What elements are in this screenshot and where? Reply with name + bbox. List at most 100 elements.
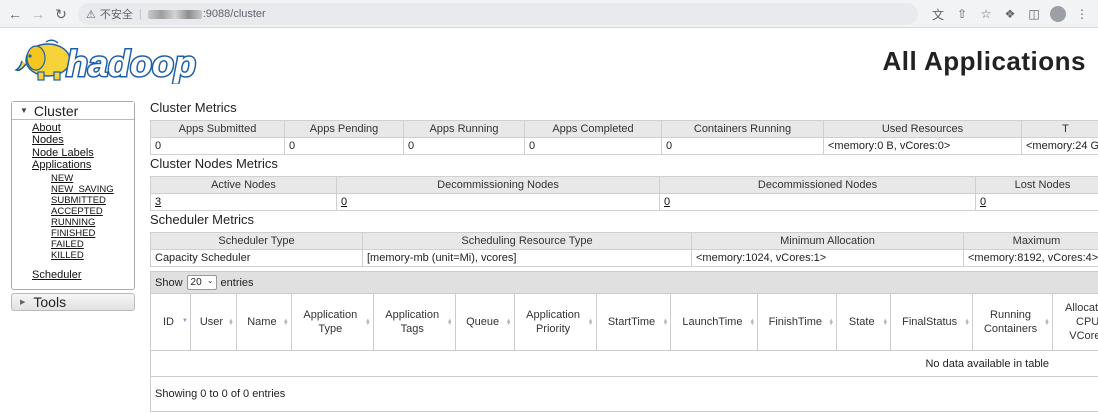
metrics-header: Decommissioned Nodes [659,176,976,194]
sidebar-state-new[interactable]: NEW [51,173,134,184]
sidebar-state-new-saving[interactable]: NEW_SAVING [51,184,134,195]
metrics-value: 0 [403,137,525,155]
metrics-header: Active Nodes [150,176,337,194]
page-length-value: 20 [190,277,202,288]
sidebar-cluster-header[interactable]: ▼ Cluster [12,102,134,120]
column-header-allocated-cpu[interactable]: Allocated CPU VCores [1053,294,1098,350]
metrics-header: T [1021,120,1098,138]
bookmark-star-icon[interactable]: ☆ [976,4,996,24]
metrics-header-row: Active Nodes Decommissioning Nodes Decom… [150,176,1098,194]
sidebar-state-killed[interactable]: KILLED [51,250,134,261]
column-header-queue[interactable]: Queue ▲ ▼ [455,294,515,350]
column-header-start-time[interactable]: StartTime ▲ ▼ [596,294,672,350]
column-label: LaunchTime [682,316,743,328]
address-separator: | [138,8,142,20]
sidebar-cluster-panel: ▼ Cluster About Nodes Node Labels Applic… [11,101,135,290]
sidebar-state-failed[interactable]: FAILED [51,239,134,250]
column-label: ID [162,316,174,328]
lost-nodes-link[interactable]: 0 [980,196,986,208]
entries-label: entries [220,276,254,289]
scheduler-metrics-table: Scheduler Type Scheduling Resource Type … [150,232,1098,267]
empty-table-row: No data available in table [151,351,1098,377]
metrics-value: 0 [150,137,285,155]
table-info: Showing 0 to 0 of 0 entries [155,388,286,400]
metrics-header: Apps Running [403,120,525,138]
column-header-user[interactable]: User ▲ ▼ [190,294,237,350]
metrics-value: 0 [284,137,404,155]
sort-icon: ▲ ▼ [1044,318,1050,327]
metrics-header: Containers Running [661,120,824,138]
decommissioned-nodes-link[interactable]: 0 [664,196,670,208]
column-header-state[interactable]: State ▲ ▼ [837,294,892,350]
metrics-value-row: 3 0 0 0 [150,193,1098,211]
sidebar-state-accepted[interactable]: ACCEPTED [51,206,134,217]
column-label: Application Tags [385,309,440,335]
sidebar-link-scheduler[interactable]: Scheduler [32,269,134,281]
collapsed-triangle-icon: ▶ [20,299,26,306]
metrics-header: Apps Submitted [150,120,285,138]
expanded-triangle-icon: ▼ [20,106,28,115]
cluster-metrics-title: Cluster Metrics [150,100,237,115]
sidebar-link-about[interactable]: About [32,122,134,134]
decommissioning-nodes-link[interactable]: 0 [341,196,347,208]
url-text: :9088/cluster [202,8,266,20]
column-header-application-tags[interactable]: Application Tags ▲ ▼ [373,294,456,350]
column-header-running-containers[interactable]: Running Containers ▲ ▼ [973,294,1053,350]
column-header-finish-time[interactable]: FinishTime ▲ ▼ [758,294,838,350]
column-header-name[interactable]: Name ▲ ▼ [236,294,292,350]
nodes-metrics-title: Cluster Nodes Metrics [150,156,278,171]
sidebar-app-states: NEW NEW_SAVING SUBMITTED ACCEPTED RUNNIN… [32,173,134,262]
column-label: Application Type [303,309,358,335]
sort-icon: ▲ ▼ [227,318,234,327]
hadoop-logo-graphic: hadoop hadoop [14,39,197,86]
profile-avatar[interactable] [1048,4,1068,24]
metrics-cell: 0 [975,193,1098,211]
browser-actions: 文 ⇧ ☆ ❖ ◫ ⋮ [928,4,1092,24]
column-header-final-status[interactable]: FinalStatus ▲ ▼ [891,294,974,350]
page-title: All Applications [882,46,1086,76]
back-arrow-icon[interactable]: ← [4,3,26,25]
cluster-metrics-table: Apps Submitted Apps Pending Apps Running… [150,120,1098,155]
sidebar-link-node-labels[interactable]: Node Labels [32,147,134,159]
column-label: FinishTime [768,316,822,328]
hadoop-logo[interactable]: hadoop hadoop [12,34,226,86]
metrics-value-row: Capacity Scheduler [memory-mb (unit=Mi),… [150,249,1098,267]
applications-table: Show 20 ⌄ entries ID ▼ User ▲ ▼ Name ▲ ▼ Appl… [150,271,1098,412]
reload-icon[interactable]: ↻ [50,3,72,25]
extensions-puzzle-icon[interactable]: ❖ [1000,4,1020,24]
menu-kebab-icon[interactable]: ⋮ [1072,4,1092,24]
sort-icon: ▲ ▼ [662,318,669,327]
page-length-select[interactable]: 20 ⌄ [186,275,217,290]
avatar-icon [1050,6,1066,22]
column-label: User [199,316,224,328]
metrics-header: Apps Completed [524,120,662,138]
metrics-header: Lost Nodes [975,176,1098,194]
scheduler-metrics-title: Scheduler Metrics [150,212,255,227]
metrics-header: Scheduler Type [150,232,363,250]
side-panel-icon[interactable]: ◫ [1024,4,1044,24]
column-header-launch-time[interactable]: LaunchTime ▲ ▼ [671,294,759,350]
column-header-application-type[interactable]: Application Type ▲ ▼ [291,294,374,350]
forward-arrow-icon[interactable]: → [27,3,49,25]
address-bar[interactable]: ⚠ 不安全 | :9088/cluster [78,3,918,25]
column-header-id[interactable]: ID ▼ [151,294,191,350]
share-icon[interactable]: ⇧ [952,4,972,24]
metrics-value: <memory:24 G [1021,137,1098,155]
sort-icon: ▲ ▼ [282,318,289,327]
metrics-header: Minimum Allocation [691,232,964,250]
sort-icon: ▲ ▼ [505,318,512,327]
metrics-header: Maximum [963,232,1098,250]
insecure-label: 不安全 [99,9,133,21]
metrics-value: 0 [661,137,824,155]
sidebar-tools-header[interactable]: ▶ Tools [11,293,135,311]
sidebar-state-running[interactable]: RUNNING [51,217,134,228]
sidebar-tools-label: Tools [33,294,67,310]
sidebar-state-submitted[interactable]: SUBMITTED [51,195,134,206]
translate-icon[interactable]: 文 [928,4,948,24]
sidebar-link-nodes[interactable]: Nodes [32,134,134,146]
sidebar-link-applications[interactable]: Applications [32,159,134,171]
active-nodes-link[interactable]: 3 [155,196,161,208]
sidebar-state-finished[interactable]: FINISHED [51,228,134,239]
metrics-header: Decommissioning Nodes [336,176,660,194]
column-header-application-priority[interactable]: Application Priority ▲ ▼ [514,294,597,350]
